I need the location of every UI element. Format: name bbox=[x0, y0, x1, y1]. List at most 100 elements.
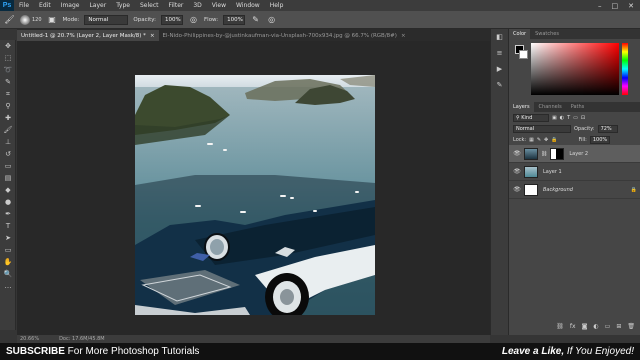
adjustment-layer-icon[interactable]: ◐ bbox=[593, 323, 598, 333]
menu-3d[interactable]: 3D bbox=[188, 0, 206, 11]
eraser-tool-icon[interactable]: ▭ bbox=[0, 160, 16, 172]
flow-field[interactable]: 100% bbox=[223, 14, 246, 25]
hue-slider[interactable] bbox=[622, 43, 628, 95]
close-tab-icon[interactable]: × bbox=[150, 33, 155, 39]
lock-row: Lock: ▦ ✎ ✥ 🔒 Fill: 100% bbox=[509, 134, 640, 145]
link-layers-icon[interactable]: ⛓ bbox=[556, 323, 564, 333]
move-tool-icon[interactable]: ✥ bbox=[0, 40, 16, 52]
lasso-tool-icon[interactable]: ➰ bbox=[0, 64, 16, 76]
delete-layer-icon[interactable]: 🗑 bbox=[627, 323, 635, 333]
new-group-icon[interactable]: ▭ bbox=[605, 323, 611, 333]
maximize-button[interactable]: □ bbox=[612, 2, 619, 10]
properties-panel-icon[interactable]: ≡ bbox=[491, 45, 508, 61]
menu-layer[interactable]: Layer bbox=[84, 0, 111, 11]
new-layer-icon[interactable]: ⊞ bbox=[616, 323, 621, 333]
subscribe-text: SUBSCRIBE For More Photoshop Tutorials bbox=[6, 346, 199, 357]
pen-tool-icon[interactable]: ✒ bbox=[0, 208, 16, 220]
tab-color[interactable]: Color bbox=[509, 29, 531, 39]
tab-channels[interactable]: Channels bbox=[535, 102, 566, 112]
canvas-area[interactable] bbox=[17, 41, 490, 335]
lock-label: Lock: bbox=[513, 136, 527, 143]
kind-filter-select[interactable]: ⚲ Kind bbox=[513, 113, 549, 122]
tab-layers[interactable]: Layers bbox=[509, 102, 534, 112]
pressure-opacity-icon[interactable]: ◎ bbox=[188, 14, 199, 25]
zoom-level[interactable]: 20.66% bbox=[20, 336, 39, 342]
history-panel-icon[interactable]: ◧ bbox=[491, 29, 508, 45]
menu-select[interactable]: Select bbox=[135, 0, 164, 11]
filter-pixel-icon[interactable]: ▣ bbox=[552, 115, 557, 121]
visibility-eye-icon[interactable]: 👁 bbox=[513, 168, 521, 175]
eyedropper-tool-icon[interactable]: ⚲ bbox=[0, 100, 16, 112]
boat bbox=[355, 191, 359, 193]
zoom-tool-icon[interactable]: 🔍 bbox=[0, 268, 16, 280]
mode-select[interactable]: Normal bbox=[84, 14, 129, 25]
color-panel-background-swatch[interactable] bbox=[519, 50, 528, 59]
menu-window[interactable]: Window bbox=[231, 0, 265, 11]
brush-panel-icon[interactable]: ✎ bbox=[491, 77, 508, 93]
menu-view[interactable]: View bbox=[207, 0, 231, 11]
filter-smart-icon[interactable]: ⊡ bbox=[581, 115, 585, 121]
crop-tool-icon[interactable]: ⌗ bbox=[0, 88, 16, 100]
pressure-size-icon[interactable]: ◎ bbox=[266, 14, 277, 25]
menu-filter[interactable]: Filter bbox=[164, 0, 189, 11]
fx-icon[interactable]: fx bbox=[570, 323, 576, 333]
airbrush-icon[interactable]: ✎ bbox=[250, 14, 261, 25]
hand-tool-icon[interactable]: ✋ bbox=[0, 256, 16, 268]
lock-paint-icon[interactable]: ✎ bbox=[537, 137, 541, 143]
color-picker-field[interactable] bbox=[531, 43, 619, 95]
close-button[interactable]: ✕ bbox=[628, 2, 634, 10]
document-canvas[interactable] bbox=[135, 75, 375, 315]
layer-row-layer-2[interactable]: 👁 ⛓ Layer 2 bbox=[509, 145, 640, 163]
like-bold: Leave a Like, bbox=[501, 346, 565, 357]
menu-type[interactable]: Type bbox=[111, 0, 135, 11]
fill-field[interactable]: 100% bbox=[589, 135, 610, 144]
brush-preset-picker[interactable] bbox=[20, 14, 30, 25]
visibility-eye-icon[interactable]: 👁 bbox=[513, 150, 521, 157]
tab-untitled-1[interactable]: Untitled-1 @ 20.7% (Layer 2, Layer Mask/… bbox=[17, 30, 159, 41]
tab-el-nido[interactable]: El-Nido-Philippines-by-@justinkaufman-vi… bbox=[159, 30, 410, 41]
marquee-tool-icon[interactable]: ⬚ bbox=[0, 52, 16, 64]
brush-tool-icon[interactable]: 🖌 bbox=[4, 14, 15, 25]
blur-tool-icon[interactable]: ◆ bbox=[0, 184, 16, 196]
path-select-tool-icon[interactable]: ➤ bbox=[0, 232, 16, 244]
actions-panel-icon[interactable]: ▶ bbox=[491, 61, 508, 77]
visibility-eye-icon[interactable]: 👁 bbox=[513, 186, 521, 193]
filter-shape-icon[interactable]: ▭ bbox=[573, 115, 578, 121]
app-logo: Ps bbox=[0, 0, 14, 11]
gradient-tool-icon[interactable]: ▤ bbox=[0, 172, 16, 184]
filter-type-icon[interactable]: T bbox=[567, 115, 570, 121]
menu-file[interactable]: File bbox=[14, 0, 34, 11]
add-mask-icon[interactable]: ◙ bbox=[582, 323, 588, 333]
layer-row-background[interactable]: 👁 Background 🔒 bbox=[509, 181, 640, 199]
lock-all-icon[interactable]: 🔒 bbox=[551, 137, 557, 143]
history-brush-tool-icon[interactable]: ↺ bbox=[0, 148, 16, 160]
layer-row-layer-1[interactable]: 👁 Layer 1 bbox=[509, 163, 640, 181]
rectangle-tool-icon[interactable]: ▭ bbox=[0, 244, 16, 256]
lock-pixels-icon[interactable]: ▦ bbox=[529, 137, 534, 143]
filter-adjustment-icon[interactable]: ◐ bbox=[560, 115, 564, 121]
layer-opacity-field[interactable]: 72% bbox=[597, 124, 618, 133]
tab-paths[interactable]: Paths bbox=[567, 102, 589, 112]
layers-panel: Layers Channels Paths ⚲ Kind ▣ ◐ T ▭ ⊡ N… bbox=[509, 102, 640, 335]
quick-select-tool-icon[interactable]: ✎ bbox=[0, 76, 16, 88]
flow-value: 100% bbox=[227, 16, 243, 23]
type-tool-icon[interactable]: T bbox=[0, 220, 16, 232]
more-tools-icon[interactable]: … bbox=[0, 280, 16, 292]
brush-tool-icon[interactable]: 🖌 bbox=[0, 124, 16, 136]
healing-brush-tool-icon[interactable]: ✚ bbox=[0, 112, 16, 124]
menu-edit[interactable]: Edit bbox=[34, 0, 56, 11]
minimize-button[interactable]: – bbox=[598, 2, 602, 10]
clone-stamp-tool-icon[interactable]: ⊥ bbox=[0, 136, 16, 148]
opacity-field[interactable]: 100% bbox=[161, 14, 183, 25]
layer-mask-thumbnail[interactable] bbox=[550, 147, 565, 160]
menu-help[interactable]: Help bbox=[265, 0, 289, 11]
filter-row: ⚲ Kind ▣ ◐ T ▭ ⊡ bbox=[509, 112, 640, 123]
tab-swatches[interactable]: Swatches bbox=[531, 29, 563, 39]
menu-image[interactable]: Image bbox=[56, 0, 85, 11]
subscribe-rest: For More Photoshop Tutorials bbox=[64, 346, 200, 357]
lock-position-icon[interactable]: ✥ bbox=[544, 137, 548, 143]
close-tab-icon[interactable]: × bbox=[401, 33, 406, 39]
dodge-tool-icon[interactable]: ● bbox=[0, 196, 16, 208]
blend-mode-select[interactable]: Normal bbox=[513, 124, 571, 133]
brush-panel-toggle-icon[interactable]: ▣ bbox=[47, 14, 58, 25]
